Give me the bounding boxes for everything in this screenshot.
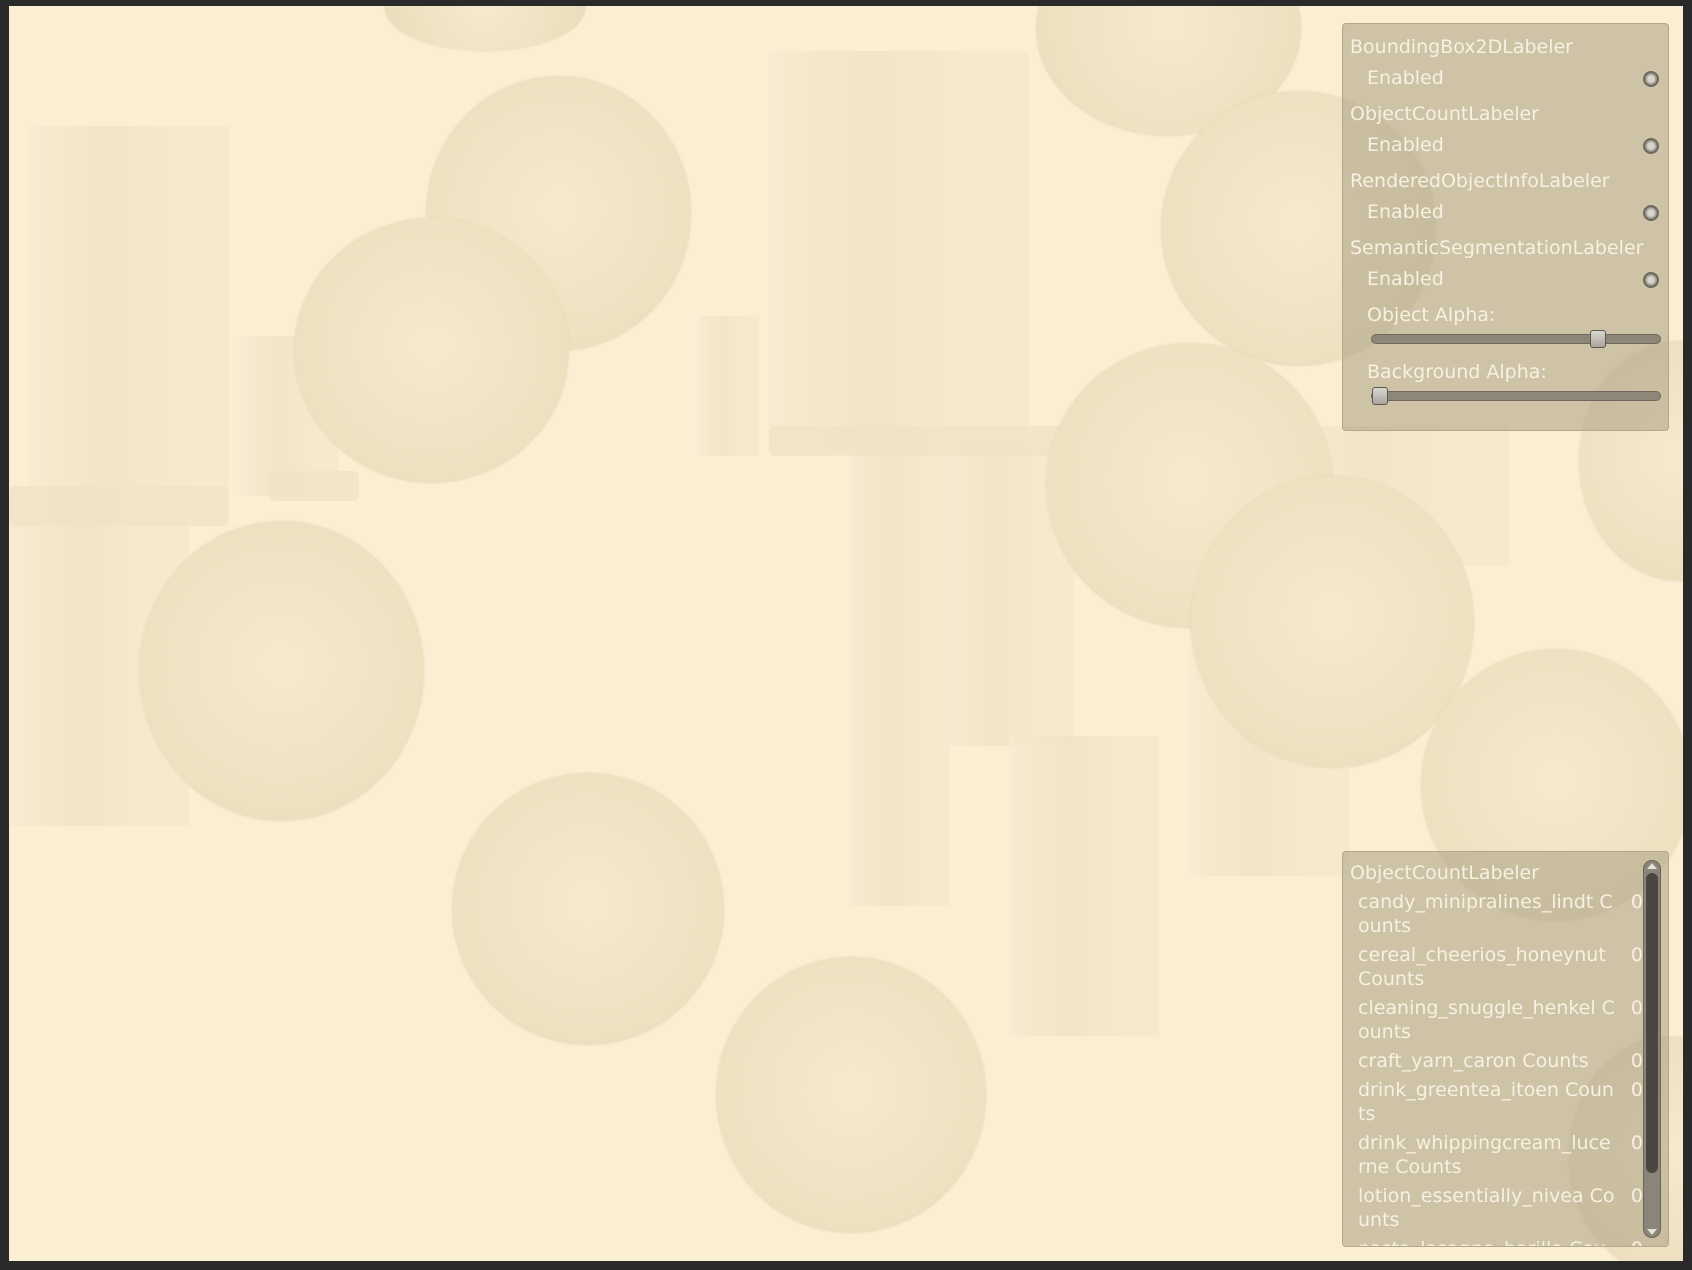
count-label: drink_whippingcream_lucerne Counts xyxy=(1358,1132,1611,1178)
enabled-toggle[interactable] xyxy=(1643,272,1659,288)
toggle-label: Enabled xyxy=(1367,67,1444,89)
object-alpha-label: Object Alpha: xyxy=(1367,304,1496,326)
count-value: 0 xyxy=(1630,1079,1643,1101)
background-alpha-slider[interactable] xyxy=(1371,387,1661,405)
list-item: craft_yarn_caron Counts 0 xyxy=(1343,1049,1643,1073)
enabled-toggle[interactable] xyxy=(1643,205,1659,221)
labeler-toggle-row[interactable]: Enabled xyxy=(1343,201,1668,229)
count-value: 0 xyxy=(1630,891,1643,913)
labelers-panel: BoundingBox2DLabeler Enabled ObjectCount… xyxy=(1342,23,1669,431)
object-blob xyxy=(294,218,569,483)
list-item: cereal_cheerios_honeynut Counts 0 xyxy=(1343,943,1643,991)
labeler-toggle-row[interactable]: Enabled xyxy=(1343,134,1668,162)
object-count-panel: ObjectCountLabeler candy_minipralines_li… xyxy=(1342,851,1669,1247)
slider-thumb[interactable] xyxy=(1589,330,1606,348)
scroll-down-icon[interactable] xyxy=(1647,1229,1657,1235)
enabled-toggle[interactable] xyxy=(1643,71,1659,87)
count-label: lotion_essentially_nivea Counts xyxy=(1358,1185,1615,1231)
object-blob xyxy=(139,521,424,821)
object-count-title: ObjectCountLabeler xyxy=(1350,862,1540,884)
vertical-scrollbar[interactable] xyxy=(1643,860,1661,1238)
labeler-toggle-row[interactable]: Enabled xyxy=(1343,268,1668,296)
object-blob xyxy=(716,957,986,1233)
count-value: 0 xyxy=(1630,1050,1643,1072)
count-value: 0 xyxy=(1630,944,1643,966)
count-label: pasta_lasagne_barilla Counts xyxy=(1358,1237,1617,1246)
list-item: drink_whippingcream_lucerne Counts 0 xyxy=(1343,1131,1643,1179)
labeler-name: BoundingBox2DLabeler xyxy=(1350,36,1573,58)
object-blob xyxy=(385,6,585,51)
count-label: candy_minipralines_lindt Counts xyxy=(1358,891,1613,937)
toggle-label: Enabled xyxy=(1367,268,1444,290)
toggle-label: Enabled xyxy=(1367,134,1444,156)
count-value: 0 xyxy=(1630,997,1643,1019)
list-item: cleaning_snuggle_henkel Counts 0 xyxy=(1343,996,1643,1044)
scroll-up-icon[interactable] xyxy=(1647,863,1657,869)
count-label: drink_greentea_itoen Counts xyxy=(1358,1079,1614,1125)
labeler-toggle-row[interactable]: Enabled xyxy=(1343,67,1668,95)
count-label: cereal_cheerios_honeynut Counts xyxy=(1358,944,1606,990)
object-count-list: candy_minipralines_lindt Counts 0 cereal… xyxy=(1343,890,1643,1246)
labeler-name: SemanticSegmentationLabeler xyxy=(1350,237,1644,259)
labeler-name: RenderedObjectInfoLabeler xyxy=(1350,170,1610,192)
list-item: pasta_lasagne_barilla Counts 0 xyxy=(1343,1237,1643,1246)
count-label: cleaning_snuggle_henkel Counts xyxy=(1358,997,1615,1043)
enabled-toggle[interactable] xyxy=(1643,138,1659,154)
object-alpha-slider[interactable] xyxy=(1371,330,1661,348)
count-value: 0 xyxy=(1630,1132,1643,1154)
count-value: 0 xyxy=(1631,1237,1643,1246)
background-alpha-label: Background Alpha: xyxy=(1367,361,1547,383)
count-label: craft_yarn_caron Counts xyxy=(1358,1050,1589,1072)
scroll-thumb[interactable] xyxy=(1646,873,1658,1173)
object-blob xyxy=(1191,476,1474,768)
toggle-label: Enabled xyxy=(1367,201,1444,223)
list-item: candy_minipralines_lindt Counts 0 xyxy=(1343,890,1643,938)
labeler-name: ObjectCountLabeler xyxy=(1350,103,1540,125)
slider-thumb[interactable] xyxy=(1372,387,1388,405)
list-item: drink_greentea_itoen Counts 0 xyxy=(1343,1078,1643,1126)
list-item: lotion_essentially_nivea Counts 0 xyxy=(1343,1184,1643,1232)
count-value: 0 xyxy=(1630,1185,1643,1207)
object-blob xyxy=(452,773,724,1045)
